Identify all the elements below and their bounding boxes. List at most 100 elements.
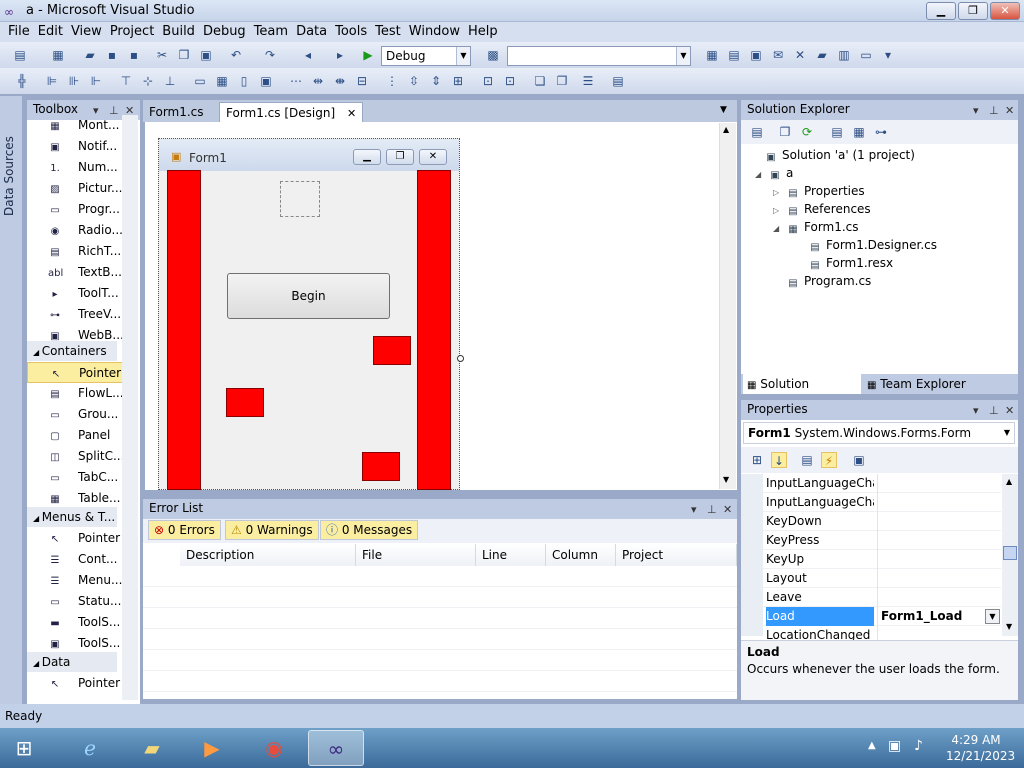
property-row[interactable]: KeyPress (763, 531, 1001, 550)
internet-explorer-icon[interactable]: ℯ (62, 730, 118, 766)
object-selector[interactable]: Form1 System.Windows.Forms.Form ▼ (743, 422, 1015, 444)
solution-configuration-select[interactable]: Debug ▼ (381, 46, 471, 66)
toolbox-item[interactable]: ▭ Grou... (27, 404, 137, 425)
tab-order-icon[interactable]: ☰ (580, 73, 596, 89)
menu-view[interactable]: View (71, 22, 102, 39)
property-value[interactable] (877, 550, 1001, 569)
toolbox-item[interactable]: ▤ RichT... (27, 241, 137, 262)
menu-team[interactable]: Team (254, 22, 288, 39)
expander-icon[interactable]: ◢ (773, 220, 785, 238)
start-debugging-icon[interactable]: ▶ (360, 47, 376, 63)
vertical-spacing-equal-icon[interactable]: ⋮ (384, 73, 400, 89)
form-maximize-button[interactable]: ❐ (386, 149, 414, 165)
clock[interactable]: 4:29 AM 12/21/2023 (946, 732, 1015, 764)
extension-manager-icon[interactable]: ▥ (836, 47, 852, 63)
volume-muted-icon[interactable]: ♪ (914, 738, 923, 754)
make-same-height-icon[interactable]: ▯ (236, 73, 252, 89)
property-row[interactable]: KeyUp (763, 550, 1001, 569)
add-item-icon[interactable]: ▦ (50, 47, 66, 63)
cut-icon[interactable]: ✂ (154, 47, 170, 63)
new-project-icon[interactable]: ▤ (12, 47, 28, 63)
align-middles-icon[interactable]: ⊹ (140, 73, 156, 89)
property-value[interactable] (877, 531, 1001, 550)
menu-build[interactable]: Build (162, 22, 195, 39)
scroll-down-icon[interactable]: ▼ (723, 475, 729, 484)
solution-tree-node[interactable]: ▤ Form1.resx (795, 254, 893, 272)
toolbox-item[interactable]: ▢ Panel (27, 425, 137, 446)
align-rights-icon[interactable]: ⊩ (88, 73, 104, 89)
solution-tree-node[interactable]: ◢ ▦ Form1.cs (773, 218, 859, 238)
center-horizontally-icon[interactable]: ⊡ (480, 73, 496, 89)
menu-data[interactable]: Data (296, 22, 327, 39)
command-window-icon[interactable]: ▭ (858, 47, 874, 63)
show-hidden-icons[interactable]: ▲ (868, 740, 876, 751)
toolbox-window-icon[interactable]: ✉ (770, 47, 786, 63)
property-scrollbar[interactable]: ▲ ▼ (1002, 474, 1018, 636)
remove-horizontal-spacing-icon[interactable]: ⊟ (354, 73, 370, 89)
toolbox-item[interactable]: 1. Num... (27, 157, 137, 178)
menu-tools[interactable]: Tools (335, 22, 367, 39)
increase-horizontal-spacing-icon[interactable]: ⇹ (310, 73, 326, 89)
increase-vertical-spacing-icon[interactable]: ⇳ (406, 73, 422, 89)
toolbox-item[interactable]: ↖ Pointer (27, 362, 137, 383)
align-tops-icon[interactable]: ⊤ (118, 73, 134, 89)
decrease-vertical-spacing-icon[interactable]: ⇕ (428, 73, 444, 89)
column-header-project[interactable]: Project (616, 544, 737, 566)
find-combo[interactable]: ▼ (507, 46, 691, 66)
resize-handle[interactable] (457, 355, 464, 362)
object-browser-icon[interactable]: ▣ (748, 47, 764, 63)
properties-view-icon[interactable]: ▤ (799, 452, 815, 468)
network-icon[interactable]: ▣ (888, 738, 901, 754)
toolbox-item[interactable]: ◉ Radio... (27, 220, 137, 241)
menu-window[interactable]: Window (409, 22, 460, 39)
solution-tree-node[interactable]: ▤ Form1.Designer.cs (795, 236, 937, 254)
paste-icon[interactable]: ▣ (198, 47, 214, 63)
data-sources-strip[interactable]: Data Sources (0, 96, 22, 704)
align-lefts-icon[interactable]: ⊫ (44, 73, 60, 89)
view-code-icon[interactable]: ▤ (829, 124, 845, 140)
class-diagram-icon[interactable]: ⊶ (873, 124, 889, 140)
toolbox-item[interactable]: abl TextB... (27, 262, 137, 283)
navigate-backward-icon[interactable]: ◂ (300, 47, 316, 63)
column-header-line[interactable]: Line (476, 544, 546, 566)
toolbox-item[interactable]: ▤ FlowL... (27, 383, 137, 404)
close-button[interactable]: ✕ (990, 2, 1020, 20)
scroll-down-icon[interactable]: ▼ (1006, 622, 1012, 631)
toolbox-item[interactable]: ▦ Mont... (27, 115, 137, 136)
begin-button[interactable]: Begin (227, 273, 390, 319)
pin-icon[interactable]: ⊥ (707, 500, 717, 519)
refresh-icon[interactable]: ⟳ (799, 124, 815, 140)
menu-debug[interactable]: Debug (203, 22, 246, 39)
tab-dropdown-icon[interactable]: ▼ (720, 105, 727, 115)
show-all-files-icon[interactable]: ❐ (777, 124, 793, 140)
remove-vertical-spacing-icon[interactable]: ⊞ (450, 73, 466, 89)
alphabetical-icon[interactable]: ↓ (771, 452, 787, 468)
errors-filter-button[interactable]: ⊗ 0 Errors (148, 520, 221, 540)
file-explorer-icon[interactable]: ▰ (124, 730, 180, 766)
toolbox-item[interactable]: ▭ TabC... (27, 467, 137, 488)
column-header-file[interactable]: File (356, 544, 476, 566)
section-containers[interactable]: ◢ Containers (27, 341, 117, 361)
events-lightning-icon[interactable]: ⚡ (821, 452, 837, 468)
toolbox-item[interactable]: ↖ Pointer (27, 528, 137, 549)
property-row[interactable]: KeyDown (763, 512, 1001, 531)
messages-filter-button[interactable]: ⓘ 0 Messages (320, 520, 419, 540)
maximize-button[interactable]: ❐ (958, 2, 988, 20)
view-designer-icon[interactable]: ▦ (851, 124, 867, 140)
menu-project[interactable]: Project (110, 22, 154, 39)
toolbox-item[interactable]: ↖ Pointer (27, 673, 137, 694)
right-wall-panel[interactable] (417, 170, 451, 490)
save-all-icon[interactable]: ▪ (126, 47, 142, 63)
tab-solution-explorer[interactable]: ▦ Solution Explorer (743, 374, 861, 413)
toolbox-item[interactable]: ☰ Menu... (27, 570, 137, 591)
toolbox-item[interactable]: ◫ SplitC... (27, 446, 137, 467)
red-block[interactable] (362, 452, 400, 481)
center-vertically-icon[interactable]: ⊡ (502, 73, 518, 89)
tab-team-explorer[interactable]: ▦ Team Explorer (865, 374, 985, 394)
chevron-down-icon[interactable]: ▼ (985, 609, 1000, 624)
copy-icon[interactable]: ❐ (176, 47, 192, 63)
minimize-button[interactable]: ▁ (926, 2, 956, 20)
warnings-filter-button[interactable]: ⚠ 0 Warnings (225, 520, 319, 540)
toolbox-scrollbar[interactable] (122, 115, 138, 700)
column-header-column[interactable]: Column (546, 544, 616, 566)
